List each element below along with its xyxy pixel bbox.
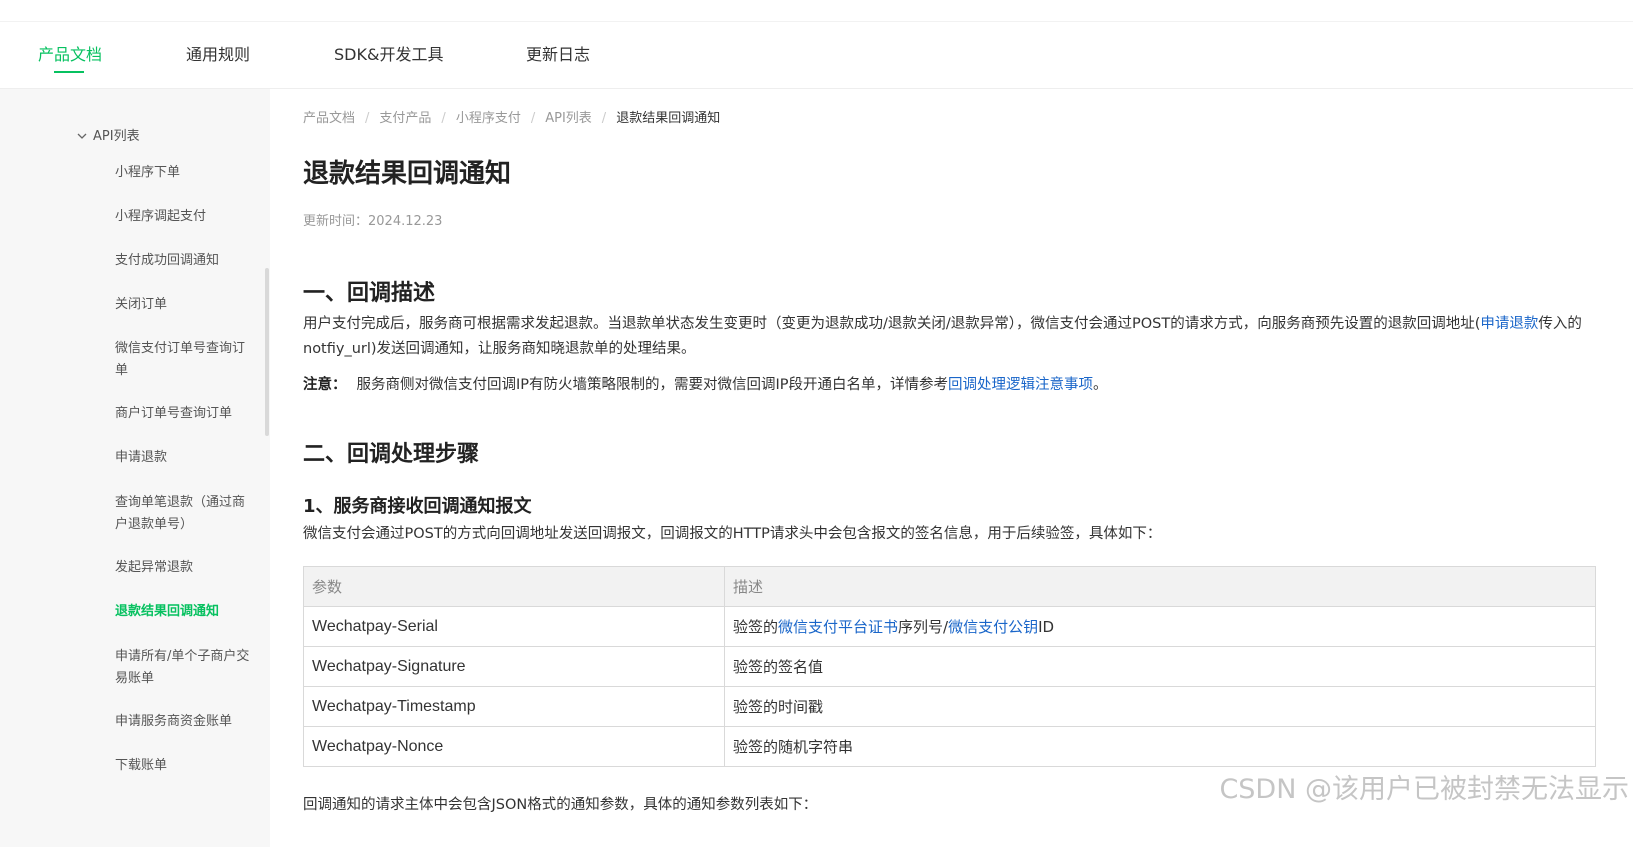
text: 用户支付完成后，服务商可根据需求发起退款。当退款单状态发生变更时（变更为退款成功…	[303, 316, 1481, 332]
sidebar-item[interactable]: 申请所有/单个子商户交易账单	[115, 646, 250, 690]
tab-general-rules[interactable]: 通用规则	[186, 41, 250, 65]
section-heading-callback-description: 一、回调描述	[303, 281, 436, 306]
breadcrumb-item[interactable]: 小程序支付	[456, 111, 521, 126]
breadcrumb-separator: /	[601, 111, 607, 126]
text: ID	[1038, 618, 1055, 636]
breadcrumb-item[interactable]: 产品文档	[303, 111, 355, 126]
tab-product-docs[interactable]: 产品文档	[38, 41, 102, 65]
desc-cell: 验签的签名值	[724, 646, 1596, 687]
table-header-desc: 描述	[724, 566, 1596, 607]
table-header-row: 参数 描述	[303, 566, 1596, 607]
text: 验签的	[733, 618, 779, 636]
desc-cell: 验签的时间戳	[724, 686, 1596, 727]
param-cell: Wechatpay-Timestamp	[303, 686, 725, 727]
breadcrumb-separator: /	[530, 111, 536, 126]
note-label: 注意：	[303, 377, 347, 393]
breadcrumb-item[interactable]: API列表	[545, 111, 592, 126]
sidebar-item[interactable]: 查询单笔退款（通过商户退款单号）	[115, 492, 250, 536]
page-title: 退款结果回调通知	[303, 159, 512, 189]
breadcrumb-item[interactable]: 支付产品	[379, 111, 431, 126]
sidebar-item[interactable]: 商户订单号查询订单	[115, 403, 250, 425]
top-nav: 产品文档 通用规则 SDK&开发工具 更新日志	[0, 0, 1633, 89]
text: 序列号/	[898, 618, 949, 636]
callback-headers-table: 参数 描述 Wechatpay-Serial 验签的微信支付平台证书序列号/微信…	[303, 566, 1596, 767]
breadcrumb-separator: /	[365, 111, 370, 126]
param-cell: Wechatpay-Nonce	[303, 726, 725, 767]
callback-notes-link[interactable]: 回调处理逻辑注意事项	[948, 377, 1093, 393]
step-description: 微信支付会通过POST的方式向回调地址发送回调报文，回调报文的HTTP请求头中会…	[303, 526, 1162, 542]
platform-cert-link[interactable]: 微信支付平台证书	[778, 618, 898, 636]
update-time: 更新时间：2024.12.23	[303, 214, 443, 229]
breadcrumb-current: 退款结果回调通知	[616, 111, 721, 126]
chevron-down-icon	[77, 130, 87, 143]
sidebar-item[interactable]: 申请服务商资金账单	[115, 711, 250, 733]
tab-changelog[interactable]: 更新日志	[526, 41, 590, 65]
note-text: 注意： 服务商侧对微信支付回调IP有防火墙策略限制的，需要对微信回调IP段开通白名…	[303, 373, 1593, 398]
table-row: Wechatpay-Nonce 验签的随机字符串	[303, 726, 1596, 767]
active-tab-indicator	[54, 71, 84, 73]
sidebar-item[interactable]: 微信支付订单号查询订单	[115, 338, 250, 382]
public-key-link[interactable]: 微信支付公钥	[948, 618, 1038, 636]
desc-cell: 验签的微信支付平台证书序列号/微信支付公钥ID	[724, 606, 1596, 647]
text: 服务商侧对微信支付回调IP有防火墙策略限制的，需要对微信回调IP段开通白名单，详…	[356, 377, 949, 393]
param-cell: Wechatpay-Serial	[303, 606, 725, 647]
top-divider	[0, 21, 1633, 22]
sidebar-item[interactable]: 下载账单	[115, 755, 250, 777]
sidebar-group-label: API列表	[93, 129, 140, 144]
breadcrumb: 产品文档 / 支付产品 / 小程序支付 / API列表 / 退款结果回调通知	[303, 107, 720, 126]
sidebar-scrollbar[interactable]	[265, 268, 269, 436]
section-heading-callback-steps: 二、回调处理步骤	[303, 442, 480, 467]
desc-cell: 验签的随机字符串	[724, 726, 1596, 767]
sidebar-item[interactable]: 关闭订单	[115, 294, 250, 316]
table-row: Wechatpay-Timestamp 验签的时间戳	[303, 686, 1596, 727]
sidebar-item[interactable]: 支付成功回调通知	[115, 250, 250, 272]
apply-refund-link[interactable]: 申请退款	[1480, 316, 1538, 332]
param-cell: Wechatpay-Signature	[303, 646, 725, 687]
sidebar-item[interactable]: 小程序调起支付	[115, 206, 250, 228]
tab-sdk-tools[interactable]: SDK&开发工具	[334, 41, 443, 65]
table-row: Wechatpay-Signature 验签的签名值	[303, 646, 1596, 687]
step-heading-receive-callback: 1、服务商接收回调通知报文	[303, 496, 532, 517]
table-header-param: 参数	[303, 566, 725, 607]
sidebar-group-api-list[interactable]: API列表	[77, 125, 140, 144]
sidebar-item[interactable]: 小程序下单	[115, 162, 250, 184]
breadcrumb-separator: /	[441, 111, 446, 126]
watermark: CSDN @该用户已被封禁无法显示	[1219, 774, 1629, 805]
callback-description-text: 用户支付完成后，服务商可根据需求发起退款。当退款单状态发生变更时（变更为退款成功…	[303, 312, 1593, 362]
text: 。	[1093, 377, 1108, 393]
table-row: Wechatpay-Serial 验签的微信支付平台证书序列号/微信支付公钥ID	[303, 606, 1596, 647]
sidebar-item[interactable]: 发起异常退款	[115, 557, 250, 579]
sidebar-item-active[interactable]: 退款结果回调通知	[115, 601, 250, 623]
sidebar-item[interactable]: 申请退款	[115, 447, 250, 469]
